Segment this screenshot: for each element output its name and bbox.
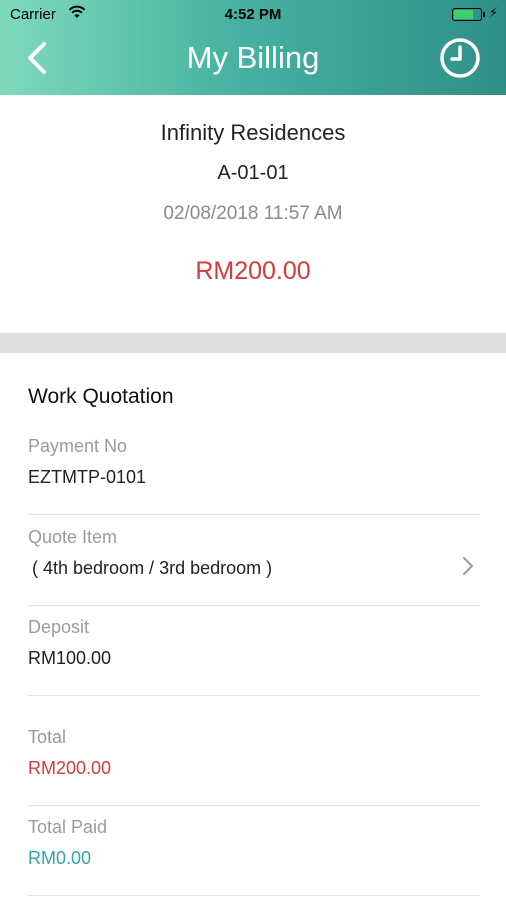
battery-icon	[452, 8, 485, 21]
chevron-right-icon	[463, 557, 473, 575]
total-paid-value: RM0.00	[28, 848, 92, 868]
deposit-field: Deposit RM100.00	[28, 617, 480, 696]
status-time: 4:52 PM	[224, 6, 282, 23]
page-title: My Billing	[186, 40, 320, 75]
quote-item-row[interactable]: Quote Item ( 4th bedroom / 3rd bedroom )	[28, 527, 480, 606]
quote-item-label: Quote Item	[28, 527, 118, 547]
deposit-label: Deposit	[28, 617, 90, 637]
billing-amount: RM200.00	[195, 257, 311, 285]
billing-summary: Infinity Residences A-01-01 02/08/2018 1…	[0, 95, 506, 333]
history-button[interactable]	[438, 36, 482, 80]
status-bar: Carrier 4:52 PM ⚡	[0, 0, 506, 30]
payment-no-label: Payment No	[28, 436, 128, 456]
total-paid-label: Total Paid	[28, 817, 108, 837]
payment-no-field: Payment No EZTMTP-0101	[28, 436, 480, 515]
total-paid-field: Total Paid RM0.00	[28, 817, 480, 896]
unit-number: A-01-01	[217, 162, 289, 184]
deposit-value: RM100.00	[28, 648, 112, 668]
charging-icon: ⚡	[488, 5, 498, 20]
billing-datetime: 02/08/2018 11:57 AM	[163, 203, 343, 224]
total-field: Total RM200.00	[28, 727, 480, 806]
total-label: Total	[28, 727, 67, 747]
section-title: Work Quotation	[28, 385, 174, 408]
section-divider	[0, 333, 506, 353]
quote-item-value: ( 4th bedroom / 3rd bedroom )	[32, 558, 273, 578]
payment-no-value: EZTMTP-0101	[28, 467, 147, 487]
property-name: Infinity Residences	[160, 120, 346, 145]
clock-icon	[440, 38, 480, 78]
total-value: RM200.00	[28, 758, 112, 778]
app-header: Carrier 4:52 PM ⚡ My Billing	[0, 0, 506, 95]
